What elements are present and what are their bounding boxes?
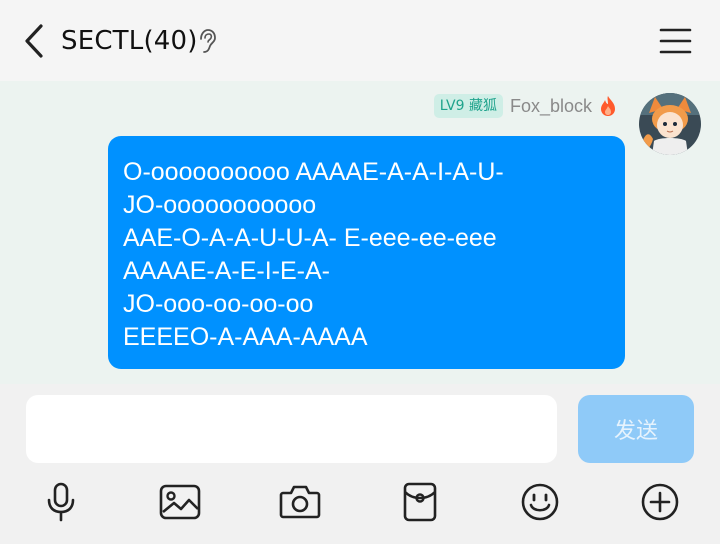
red-packet-icon	[403, 482, 437, 522]
emoji-icon	[521, 483, 559, 521]
chat-header: SECTL(40)	[0, 0, 720, 81]
chat-area[interactable]: LV9 藏狐 Fox_block O-oooooooooo AAAAE-A-A-…	[0, 81, 720, 384]
voice-button[interactable]	[39, 480, 83, 524]
image-button[interactable]	[158, 480, 202, 524]
emoji-button[interactable]	[518, 480, 562, 524]
menu-button[interactable]	[656, 24, 696, 58]
camera-icon	[279, 485, 321, 519]
red-packet-button[interactable]	[398, 480, 442, 524]
composer: 发送	[0, 384, 720, 544]
level-badge: LV9 藏狐	[433, 94, 503, 118]
camera-button[interactable]	[278, 480, 322, 524]
message-input[interactable]	[26, 395, 557, 463]
page-title[interactable]: SECTL(40)	[61, 24, 198, 58]
more-button[interactable]	[638, 480, 682, 524]
avatar-image	[639, 93, 701, 155]
image-icon	[159, 484, 201, 520]
back-button[interactable]	[18, 22, 50, 60]
sender-info: LV9 藏狐 Fox_block	[433, 93, 618, 119]
ear-icon	[200, 29, 216, 53]
flame-icon	[601, 96, 615, 116]
microphone-icon	[47, 482, 75, 522]
hamburger-menu-icon	[659, 28, 692, 54]
plus-circle-icon	[641, 483, 679, 521]
message-bubble[interactable]: O-oooooooooo AAAAE-A-A-I-A-U- JO-ooooooo…	[108, 136, 625, 369]
avatar[interactable]	[639, 93, 701, 155]
chevron-left-icon	[25, 24, 43, 58]
sender-name[interactable]: Fox_block	[510, 96, 592, 117]
send-button[interactable]: 发送	[578, 395, 694, 463]
